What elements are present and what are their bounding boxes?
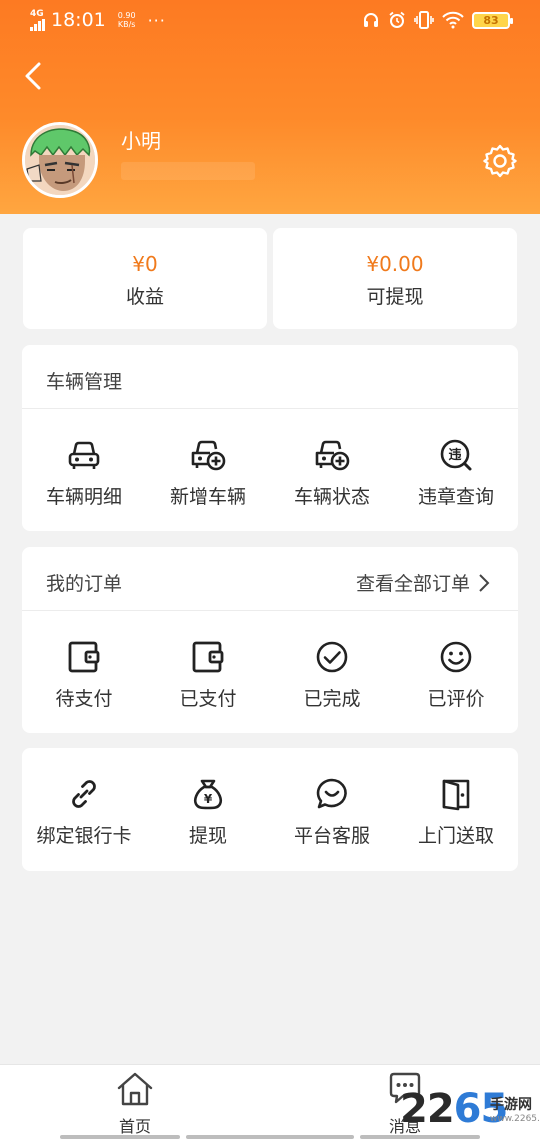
view-all-orders-label: 查看全部订单	[355, 573, 470, 595]
services-section: 绑定银行卡 ¥ 提现 平台客服 上门送取	[22, 748, 518, 871]
vehicle-section-title: 车辆管理	[46, 371, 123, 393]
smile-icon	[440, 641, 472, 673]
my-orders-section: 我的订单 查看全部订单 待支付 已支付 已完成 已评价	[22, 547, 518, 733]
vehicle-details-item[interactable]: 车辆明细	[22, 437, 146, 509]
pending-payment-item[interactable]: 待支付	[22, 639, 146, 711]
withdraw-label: 提现	[188, 825, 227, 847]
bag-glyph: ¥	[204, 792, 213, 806]
gesture-bar	[360, 1135, 480, 1139]
bind-bank-card-label: 绑定银行卡	[36, 825, 132, 847]
gesture-bar	[186, 1135, 354, 1139]
violation-query-item[interactable]: 违 违章查询	[394, 437, 518, 509]
reviewed-label: 已评价	[427, 688, 485, 710]
withdrawable-card[interactable]: ¥0.00 可提现	[273, 228, 517, 329]
wallet-icon	[68, 641, 100, 673]
bind-bank-card-item[interactable]: 绑定银行卡	[22, 776, 146, 848]
vehicle-status-label: 车辆状态	[293, 486, 370, 508]
vehicle-management-section: 车辆管理 车辆明细 新增车辆 车辆状态 违 违章查询	[22, 345, 518, 531]
network-speed-unit: KB/s	[117, 20, 136, 29]
add-vehicle-item[interactable]: 新增车辆	[146, 437, 270, 509]
more-notifications: ···	[147, 10, 166, 30]
battery-level: 83	[483, 13, 499, 27]
battery-icon: 83	[472, 11, 513, 29]
completed-label: 已完成	[303, 688, 361, 710]
settings-gear-icon[interactable]	[482, 143, 518, 179]
money-bag-icon: ¥	[193, 779, 223, 810]
avatar[interactable]	[22, 122, 98, 198]
car-icon	[68, 441, 100, 469]
paid-item[interactable]: 已支付	[146, 639, 270, 711]
network-type: 4G	[30, 8, 44, 19]
income-amount: ¥0	[132, 252, 158, 276]
withdrawable-label: 可提现	[366, 286, 424, 308]
violation-glyph: 违	[448, 447, 461, 463]
signal-icon	[30, 18, 45, 31]
watermark-text: 手游网	[490, 1097, 532, 1113]
nav-home[interactable]: 首页	[75, 1071, 195, 1137]
watermark-number-a: 22	[400, 1086, 455, 1132]
withdraw-item[interactable]: ¥ 提现	[146, 776, 270, 848]
home-icon	[117, 1072, 153, 1106]
paid-label: 已支付	[179, 688, 237, 710]
vehicle-details-label: 车辆明细	[45, 486, 122, 508]
back-button[interactable]	[18, 56, 52, 96]
car-add-icon	[191, 440, 226, 471]
vibrate-icon	[414, 11, 434, 29]
vehicle-status-item[interactable]: 车辆状态	[270, 437, 394, 509]
profile-header: 4G 18:01 0.90 KB/s ··· 83 小明	[0, 0, 540, 214]
wifi-icon	[442, 11, 464, 29]
door-icon	[442, 779, 470, 811]
alarm-icon	[389, 11, 405, 28]
avatar-image	[25, 125, 95, 195]
withdrawable-amount: ¥0.00	[366, 252, 424, 276]
add-vehicle-label: 新增车辆	[169, 486, 246, 508]
network-speed-value: 0.90	[117, 11, 136, 20]
vehicle-section-header: 车辆管理	[22, 345, 518, 409]
door-pickup-item[interactable]: 上门送取	[394, 776, 518, 848]
nav-home-label: 首页	[118, 1117, 151, 1136]
check-circle-icon	[316, 641, 348, 673]
watermark-url: www.2265.com	[490, 1114, 540, 1124]
door-pickup-label: 上门送取	[417, 825, 494, 847]
completed-item[interactable]: 已完成	[270, 639, 394, 711]
orders-section-title: 我的订单	[46, 573, 123, 595]
network-indicator: 4G	[30, 8, 45, 31]
network-speed: 0.90 KB/s	[118, 11, 136, 29]
wallet-icon	[192, 641, 224, 673]
gesture-bar	[60, 1135, 180, 1139]
site-watermark: 2265 手游网 www.2265.com	[400, 1086, 540, 1138]
income-card[interactable]: ¥0 收益	[23, 228, 267, 329]
status-bar: 4G 18:01 0.90 KB/s ··· 83	[0, 0, 540, 42]
username: 小明	[121, 129, 161, 153]
customer-service-label: 平台客服	[293, 825, 370, 847]
violation-query-label: 违章查询	[417, 486, 494, 508]
status-time: 18:01	[51, 9, 106, 31]
reviewed-item[interactable]: 已评价	[394, 639, 518, 711]
user-subtitle-placeholder	[121, 162, 255, 180]
chevron-right-icon	[479, 573, 490, 592]
car-status-icon	[315, 440, 350, 471]
orders-section-header: 我的订单 查看全部订单	[22, 547, 518, 611]
chat-icon	[316, 778, 347, 809]
violation-search-icon: 违	[440, 439, 472, 471]
headphones-icon	[364, 13, 378, 27]
pending-payment-label: 待支付	[55, 688, 113, 710]
customer-service-item[interactable]: 平台客服	[270, 776, 394, 848]
income-label: 收益	[125, 286, 164, 308]
view-all-orders-link[interactable]: 查看全部订单	[356, 569, 490, 596]
link-icon	[72, 780, 96, 808]
